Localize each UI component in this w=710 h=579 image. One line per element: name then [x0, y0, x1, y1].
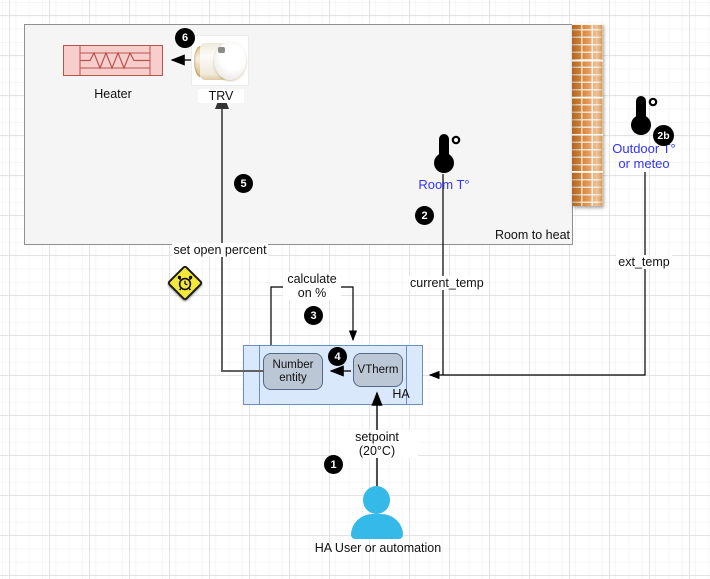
current-temp-label: current_temp	[409, 276, 479, 290]
number-entity-box[interactable]: Number entity	[263, 353, 323, 390]
calculate-label: calculate on %	[283, 272, 341, 300]
step-badge-3: 3	[304, 306, 323, 325]
step-badge-5: 5	[234, 174, 253, 193]
user-torso	[351, 514, 403, 539]
alarm-clock-icon	[176, 274, 194, 292]
trv-label: TRV	[198, 89, 244, 103]
step-badge-6: 6	[175, 28, 195, 48]
user-label: HA User or automation	[303, 541, 453, 555]
heater-label: Heater	[63, 87, 163, 101]
heater-shape	[63, 45, 163, 76]
brick-wall	[572, 23, 603, 206]
ha-left-bar	[259, 346, 260, 404]
step-badge-2b: 2b	[653, 125, 674, 146]
outdoor-temp-line2: or meteo	[618, 156, 669, 171]
calculate-line1: calculate	[287, 272, 336, 286]
room-thermometer-icon	[429, 132, 463, 181]
step-badge-4: 4	[328, 347, 347, 366]
diagram-canvas: Room to heat Heater TRV Room T°	[0, 0, 710, 579]
step-badge-2: 2	[415, 206, 434, 225]
trv-display	[218, 47, 225, 53]
trv-valve-image	[192, 36, 248, 85]
vtherm-box[interactable]: VTherm	[353, 353, 403, 387]
set-open-percent-label: set open percent	[172, 243, 268, 257]
timer-warning-sign	[167, 265, 203, 301]
user-icon	[351, 486, 403, 539]
calculate-line2: on %	[298, 286, 327, 300]
step-badge-1: 1	[324, 455, 343, 474]
outdoor-temp-label: Outdoor T° or meteo	[606, 141, 682, 171]
ha-label: HA	[386, 387, 416, 401]
setpoint-label: setpoint (20°C)	[336, 430, 418, 458]
user-head	[363, 486, 390, 514]
resistor-icon	[64, 46, 162, 75]
ext-temp-label: ext_temp	[616, 255, 672, 269]
room-temp-label: Room T°	[407, 177, 481, 192]
room-label: Room to heat	[440, 228, 570, 242]
